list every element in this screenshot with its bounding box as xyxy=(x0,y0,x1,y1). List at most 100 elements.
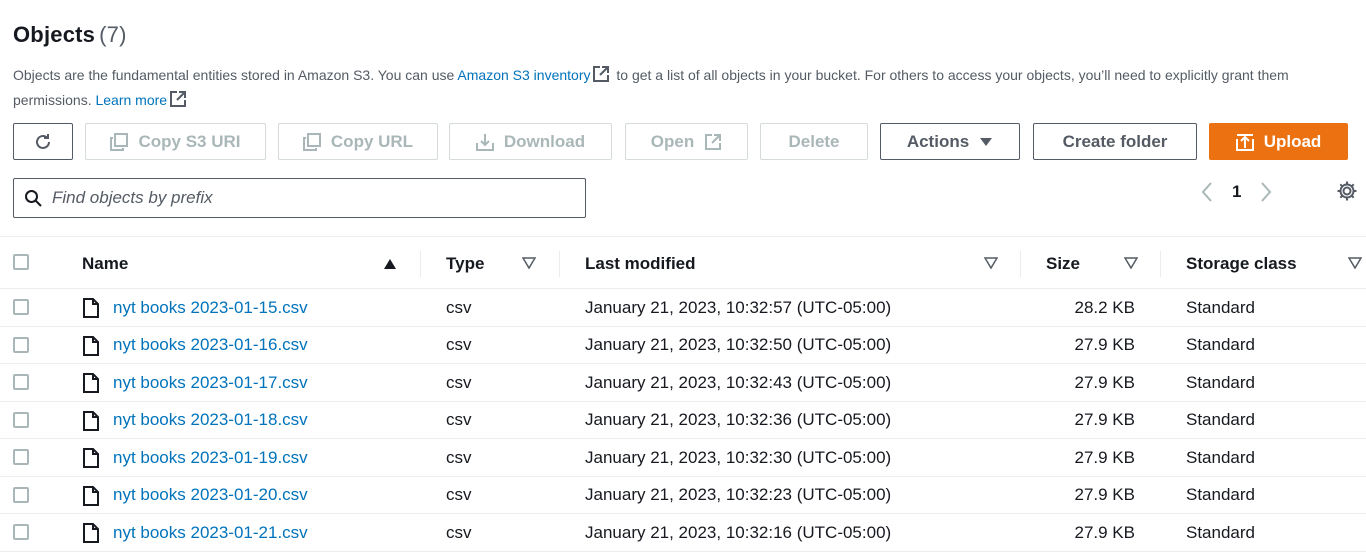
object-size: 27.9 KB xyxy=(1074,447,1136,467)
object-last-modified: January 21, 2023, 10:32:43 (UTC-05:00) xyxy=(585,372,892,392)
object-size: 27.9 KB xyxy=(1074,522,1136,542)
object-count: (7) xyxy=(99,22,127,47)
object-storage-class: Standard xyxy=(1186,447,1255,467)
table-body: nyt books 2023-01-15.csv csv January 21, 2… xyxy=(0,289,1366,552)
copy-icon xyxy=(302,132,321,151)
download-button[interactable]: Download xyxy=(449,123,612,160)
table-row[interactable]: nyt books 2023-01-16.csv csv January 21, 2… xyxy=(0,327,1366,364)
row-checkbox[interactable] xyxy=(13,449,29,465)
objects-toolbar: Copy S3 URI Copy URL Download Open Delet… xyxy=(0,123,1366,160)
objects-table: Name Type Last modified Size Storage cla… xyxy=(0,236,1366,552)
page-title: Objects (7) xyxy=(13,22,127,48)
object-last-modified: January 21, 2023, 10:32:30 (UTC-05:00) xyxy=(585,447,892,467)
column-storage-class-label: Storage class xyxy=(1186,253,1297,273)
row-checkbox[interactable] xyxy=(13,411,29,428)
sort-icon[interactable] xyxy=(1124,257,1138,269)
object-size: 27.9 KB xyxy=(1074,335,1136,354)
delete-label: Delete xyxy=(788,131,840,151)
object-name-link[interactable]: nyt books 2023-01-15.csv xyxy=(113,289,308,326)
upload-button[interactable]: Upload xyxy=(1209,123,1348,160)
file-icon xyxy=(83,448,99,468)
sort-icon[interactable] xyxy=(522,257,536,269)
object-size: 27.9 KB xyxy=(1074,372,1136,392)
object-name-link[interactable]: nyt books 2023-01-18.csv xyxy=(113,402,308,439)
create-folder-button[interactable]: Create folder xyxy=(1033,123,1197,160)
chevron-left-icon[interactable] xyxy=(1200,181,1214,203)
refresh-button[interactable] xyxy=(13,123,73,160)
sort-ascending-icon[interactable] xyxy=(383,258,397,270)
file-icon xyxy=(83,335,99,356)
delete-button[interactable]: Delete xyxy=(760,123,868,160)
search-icon xyxy=(25,190,42,207)
table-row[interactable]: nyt books 2023-01-20.csv csv January 21, 2… xyxy=(0,477,1366,514)
row-checkbox[interactable] xyxy=(13,336,29,353)
chevron-right-icon[interactable] xyxy=(1259,181,1273,203)
table-row[interactable]: nyt books 2023-01-15.csv csv January 21, 2… xyxy=(0,289,1366,327)
refresh-icon xyxy=(36,133,50,149)
sort-icon[interactable] xyxy=(984,257,998,269)
row-checkbox[interactable] xyxy=(13,486,29,503)
row-checkbox[interactable] xyxy=(13,524,29,540)
table-row[interactable]: nyt books 2023-01-19.csv csv January 21, 2… xyxy=(0,439,1366,477)
table-row[interactable]: nyt books 2023-01-18.csv csv January 21, 2… xyxy=(0,402,1366,439)
table-row[interactable]: nyt books 2023-01-17.csv csv January 21, 2… xyxy=(0,364,1366,402)
external-link-icon xyxy=(593,66,610,82)
object-last-modified: January 21, 2023, 10:32:16 (UTC-05:00) xyxy=(585,522,892,542)
sort-icon[interactable] xyxy=(1348,257,1362,269)
upload-icon xyxy=(1235,133,1254,151)
object-name-link[interactable]: nyt books 2023-01-16.csv xyxy=(113,327,308,364)
create-folder-label: Create folder xyxy=(1062,131,1168,151)
page-number[interactable]: 1 xyxy=(1232,182,1241,202)
file-icon xyxy=(83,298,99,318)
column-header-type[interactable]: Type xyxy=(446,237,484,290)
object-name-link[interactable]: nyt books 2023-01-21.csv xyxy=(113,514,308,551)
objects-description: Objects are the fundamental entities sto… xyxy=(13,63,1358,113)
column-divider xyxy=(1020,251,1021,277)
column-header-storage-class[interactable]: Storage class xyxy=(1186,237,1297,290)
actions-dropdown[interactable]: Actions xyxy=(880,123,1020,160)
external-link-icon xyxy=(170,91,187,107)
object-size: 28.2 KB xyxy=(1074,297,1136,317)
object-storage-class: Standard xyxy=(1186,372,1255,392)
learn-more-link[interactable]: Learn more xyxy=(95,92,167,108)
select-all-checkbox[interactable] xyxy=(13,254,29,270)
file-icon xyxy=(83,410,99,431)
column-header-size[interactable]: Size xyxy=(1046,237,1080,290)
copy-s3-uri-label: Copy S3 URI xyxy=(138,131,241,151)
row-checkbox[interactable] xyxy=(13,374,29,390)
open-button[interactable]: Open xyxy=(625,123,748,160)
row-checkbox[interactable] xyxy=(13,299,29,315)
s3-inventory-link[interactable]: Amazon S3 inventory xyxy=(457,67,590,83)
object-size: 27.9 KB xyxy=(1074,410,1136,429)
actions-label: Actions xyxy=(906,131,970,151)
object-type: csv xyxy=(446,372,472,392)
external-link-icon xyxy=(705,133,722,150)
search-input[interactable] xyxy=(52,188,552,208)
file-icon xyxy=(83,523,99,543)
table-row[interactable]: nyt books 2023-01-21.csv csv January 21, 2… xyxy=(0,514,1366,552)
object-size: 27.9 KB xyxy=(1074,485,1136,504)
download-icon xyxy=(475,133,494,151)
object-storage-class: Standard xyxy=(1186,297,1255,317)
column-divider xyxy=(420,251,421,277)
object-type: csv xyxy=(446,485,472,504)
column-divider xyxy=(559,251,560,277)
copy-s3-uri-button[interactable]: Copy S3 URI xyxy=(85,123,266,160)
object-storage-class: Standard xyxy=(1186,410,1255,429)
object-last-modified: January 21, 2023, 10:32:23 (UTC-05:00) xyxy=(585,485,892,504)
object-name-link[interactable]: nyt books 2023-01-19.csv xyxy=(113,439,308,476)
title-text: Objects xyxy=(13,22,96,47)
object-name-link[interactable]: nyt books 2023-01-20.csv xyxy=(113,477,308,514)
column-header-name[interactable]: Name xyxy=(82,237,128,290)
object-storage-class: Standard xyxy=(1186,522,1255,542)
file-icon xyxy=(83,373,99,393)
copy-url-button[interactable]: Copy URL xyxy=(278,123,438,160)
column-divider xyxy=(1160,251,1161,277)
column-header-last-modified[interactable]: Last modified xyxy=(585,237,696,290)
copy-icon xyxy=(110,132,129,151)
gear-icon[interactable] xyxy=(1336,180,1358,202)
object-name-link[interactable]: nyt books 2023-01-17.csv xyxy=(113,364,308,401)
pagination: 1 xyxy=(1200,180,1273,204)
object-type: csv xyxy=(446,297,472,317)
object-type: csv xyxy=(446,410,472,429)
